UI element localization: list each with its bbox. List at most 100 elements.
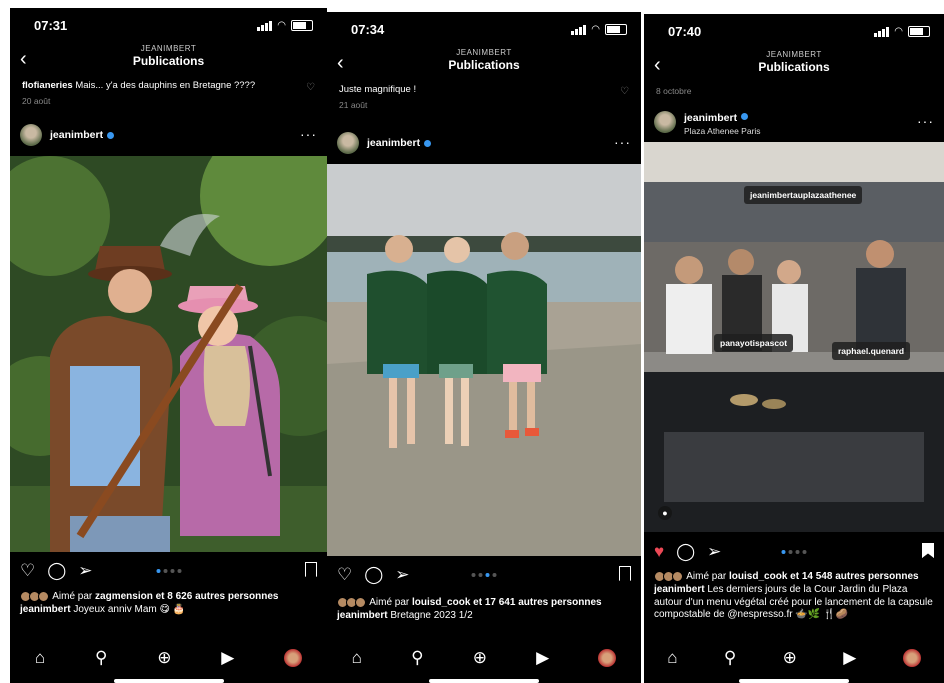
liked-by-user[interactable]: louisd_cook xyxy=(412,597,470,608)
verified-badge-icon xyxy=(424,139,432,147)
comment-date: 8 octobre xyxy=(656,86,692,96)
post-author-row: jeanimbert Plaza Athenee Paris ··· xyxy=(654,109,934,136)
photo-cowboys xyxy=(10,156,327,552)
liked-prefix: Aimé par xyxy=(686,571,727,582)
search-icon[interactable]: ⚲ xyxy=(724,648,736,668)
author-avatar[interactable] xyxy=(20,124,42,146)
search-icon[interactable]: ⚲ xyxy=(95,648,107,668)
like-heart-icon[interactable]: ♡ xyxy=(337,565,352,585)
home-icon[interactable]: ⌂ xyxy=(667,648,677,668)
phone-screen-3: 07:40 ◠ ‹ JEANIMBERT Publications 8 octo… xyxy=(644,14,944,683)
page-header: ‹ JEANIMBERT Publications xyxy=(644,50,944,80)
liked-by-user[interactable]: zagmension xyxy=(95,591,153,602)
wifi-icon: ◠ xyxy=(591,24,600,35)
likes-line: Aimé par louisd_cook et 14 548 autres pe… xyxy=(654,570,936,583)
back-arrow-icon[interactable]: ‹ xyxy=(20,48,27,71)
wifi-icon: ◠ xyxy=(894,26,903,37)
carousel-dots xyxy=(156,569,181,573)
reels-icon[interactable]: ▶ xyxy=(536,648,549,668)
profile-avatar[interactable] xyxy=(902,649,921,667)
author-avatar[interactable] xyxy=(654,111,676,133)
share-send-icon[interactable]: ➢ xyxy=(78,561,92,581)
phone-screen-2: 07:34 ◠ ‹ JEANIMBERT Publications Juste … xyxy=(327,12,641,683)
status-time: 07:40 xyxy=(668,24,702,39)
page-header: ‹ JEANIMBERT Publications xyxy=(327,48,641,78)
caption-text: Bretagne 2023 1/2 xyxy=(390,610,473,621)
post-actions: ♥ ◯ ➢ xyxy=(654,542,934,564)
post-caption: jeanimbert Joyeux anniv Mam 😋 🎂 xyxy=(20,604,319,617)
photo-tag-2[interactable]: panayotispascot xyxy=(714,334,794,352)
author-name[interactable]: jeanimbert xyxy=(50,129,103,141)
share-send-icon[interactable]: ➢ xyxy=(395,565,409,585)
caption-author[interactable]: jeanimbert xyxy=(654,584,705,595)
comment-like-icon[interactable]: ♡ xyxy=(620,86,629,98)
search-icon[interactable]: ⚲ xyxy=(411,648,423,668)
likes-count[interactable]: et 17 641 autres personnes xyxy=(473,597,601,608)
post-actions: ♡ ◯ ➢ xyxy=(20,561,317,583)
photo-tag-1[interactable]: jeanimbertauplazaathenee xyxy=(744,186,863,204)
carousel-dots xyxy=(781,550,807,554)
verified-badge-icon xyxy=(741,113,749,121)
liked-by-user[interactable]: louisd_cook xyxy=(729,571,787,582)
tagged-people-icon[interactable]: ● xyxy=(658,506,672,520)
post-caption: jeanimbert Les derniers jours de la Cour… xyxy=(654,584,936,622)
header-username: JEANIMBERT xyxy=(140,44,197,53)
caption-author[interactable]: jeanimbert xyxy=(20,604,71,615)
like-heart-icon[interactable]: ♡ xyxy=(20,561,35,581)
likes-count[interactable]: et 8 626 autres personnes xyxy=(156,591,279,602)
battery-icon xyxy=(291,20,313,31)
post-photo[interactable] xyxy=(10,156,327,552)
status-bar: 07:40 ◠ xyxy=(644,14,944,48)
carousel-dots xyxy=(471,573,497,577)
post-location[interactable]: Plaza Athenee Paris xyxy=(684,126,761,136)
author-avatar[interactable] xyxy=(337,132,359,154)
like-heart-icon[interactable]: ♥ xyxy=(654,542,664,562)
phone-screen-1: 07:31 ◠ ‹ JEANIMBERT Publications flofia… xyxy=(10,8,327,683)
profile-avatar[interactable] xyxy=(284,649,303,667)
post-photo[interactable]: jeanimbertauplazaathenee panayotispascot… xyxy=(644,142,944,532)
profile-avatar[interactable] xyxy=(598,649,617,667)
more-options-icon[interactable]: ··· xyxy=(917,113,934,129)
caption-author[interactable]: jeanimbert xyxy=(337,610,388,621)
comment-bubble-icon[interactable]: ◯ xyxy=(47,561,66,581)
home-icon[interactable]: ⌂ xyxy=(352,648,362,668)
create-post-icon[interactable]: ⊕ xyxy=(157,648,171,668)
home-indicator xyxy=(113,679,224,683)
bottom-tab-bar: ⌂ ⚲ ⊕ ▶ xyxy=(644,641,944,675)
header-title: Publications xyxy=(132,54,205,68)
liker-avatars xyxy=(654,570,683,582)
battery-icon xyxy=(605,24,627,35)
comment-text: Juste magnifique ! xyxy=(339,84,417,95)
comment-bubble-icon[interactable]: ◯ xyxy=(364,565,383,585)
author-name[interactable]: jeanimbert xyxy=(684,112,737,124)
create-post-icon[interactable]: ⊕ xyxy=(783,648,797,668)
battery-icon xyxy=(908,26,930,37)
more-options-icon[interactable]: ··· xyxy=(614,134,631,150)
more-options-icon[interactable]: ··· xyxy=(300,126,317,142)
caption-text: Joyeux anniv Mam 😋 🎂 xyxy=(73,604,186,615)
post-photo[interactable] xyxy=(327,164,641,556)
liker-avatars xyxy=(20,590,49,602)
signal-icon xyxy=(571,24,587,35)
author-name[interactable]: jeanimbert xyxy=(367,137,420,149)
header-username: JEANIMBERT xyxy=(766,50,822,59)
page-header: ‹ JEANIMBERT Publications xyxy=(10,44,327,74)
status-bar: 07:34 ◠ xyxy=(327,12,641,46)
comment-like-icon[interactable]: ♡ xyxy=(306,82,315,94)
reels-icon[interactable]: ▶ xyxy=(843,648,856,668)
comment-user[interactable]: flofianeries xyxy=(22,80,73,91)
back-arrow-icon[interactable]: ‹ xyxy=(337,52,344,75)
likes-line: Aimé par louisd_cook et 17 641 autres pe… xyxy=(337,596,633,609)
create-post-icon[interactable]: ⊕ xyxy=(473,648,487,668)
comment-bubble-icon[interactable]: ◯ xyxy=(676,542,695,562)
home-icon[interactable]: ⌂ xyxy=(35,648,45,668)
reels-icon[interactable]: ▶ xyxy=(221,648,234,668)
share-send-icon[interactable]: ➢ xyxy=(707,542,721,562)
header-title: Publications xyxy=(758,60,830,74)
likes-count[interactable]: et 14 548 autres personnes xyxy=(790,571,918,582)
photo-tag-3[interactable]: raphael.quenard xyxy=(832,342,911,360)
liker-avatars xyxy=(337,596,366,608)
comment-date: 20 août xyxy=(22,96,51,106)
comment-date: 21 août xyxy=(339,100,368,110)
back-arrow-icon[interactable]: ‹ xyxy=(654,54,661,77)
